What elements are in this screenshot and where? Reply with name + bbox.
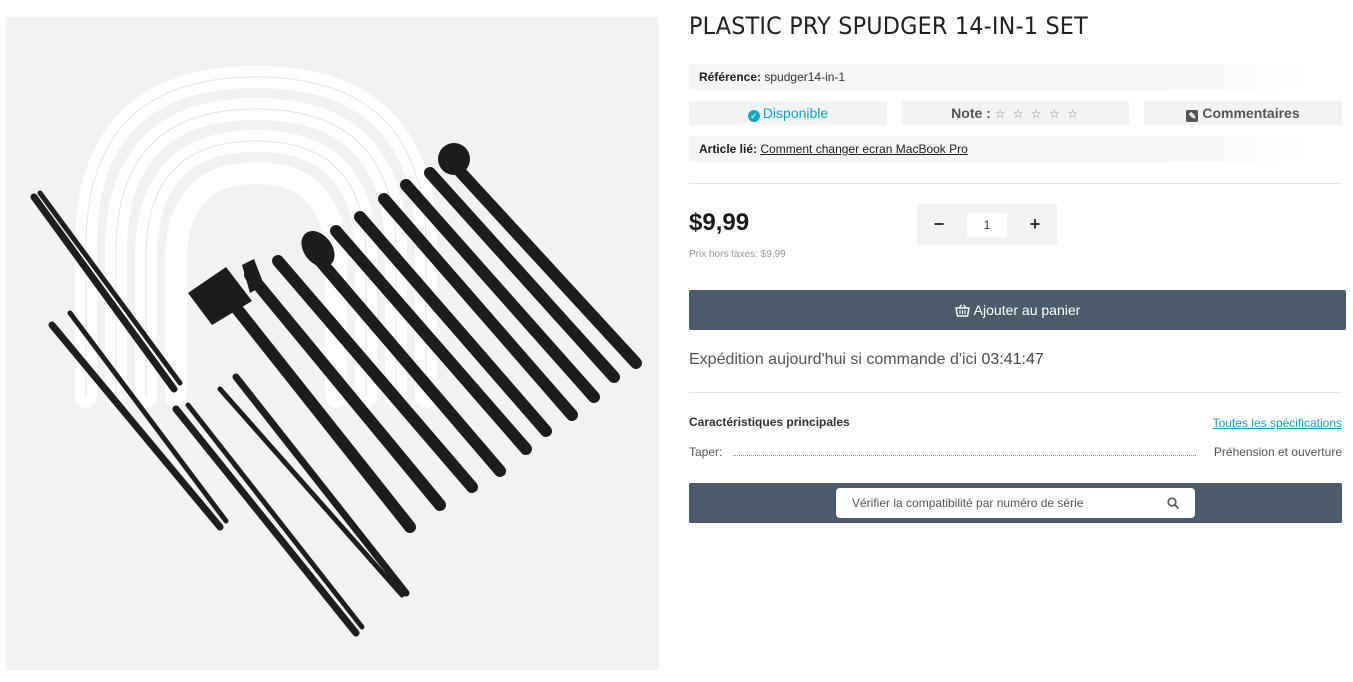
compatibility-bar: Vérifier la compatibilité par numéro de … <box>689 483 1342 523</box>
timer-hours: 03 <box>981 351 1000 368</box>
quantity-plus-button[interactable]: + <box>1015 204 1055 245</box>
serial-search-placeholder: Vérifier la compatibilité par numéro de … <box>852 496 1084 510</box>
product-photo <box>30 65 642 637</box>
product-image[interactable] <box>6 17 659 670</box>
rating-stars[interactable]: ☆ ☆ ☆ ☆ ☆ <box>995 107 1080 121</box>
spec-row: Taper: Préhension et ouverture <box>689 445 1342 461</box>
comments-button[interactable]: ✎ Commentaires <box>1144 101 1342 125</box>
quantity-input[interactable] <box>967 213 1007 237</box>
spec-dots <box>733 455 1196 456</box>
rating-box[interactable]: Note : ☆ ☆ ☆ ☆ ☆ <box>902 101 1129 125</box>
reference-value: spudger14-in-1 <box>764 70 846 84</box>
meta-row: ✓ Disponible Note : ☆ ☆ ☆ ☆ ☆ ✎ Commentair… <box>689 101 1342 125</box>
product-title: PLASTIC PRY SPUDGER 14-IN-1 SET <box>689 12 1088 40</box>
serial-search-input[interactable]: Vérifier la compatibilité par numéro de … <box>836 488 1195 518</box>
timer-minutes: 41 <box>1003 351 1022 368</box>
shipping-notice: Expédition aujourd'hui si commande d'ici… <box>689 351 1044 369</box>
all-specs-link[interactable]: Toutes les spécifications <box>1213 416 1342 430</box>
quantity-minus-button[interactable]: − <box>919 204 959 245</box>
availability-badge: ✓ Disponible <box>689 101 887 125</box>
comments-label: Commentaires <box>1202 105 1300 121</box>
linked-article-label: Article lié: <box>699 142 758 156</box>
specs-title: Caractéristiques principales <box>689 415 850 429</box>
spec-value: Préhension et ouverture <box>1213 445 1342 459</box>
reference-row: Référence: spudger14-in-1 <box>689 64 1313 90</box>
check-circle-icon: ✓ <box>747 110 760 122</box>
shipping-timer: 03:41:47 <box>981 351 1044 368</box>
basket-icon <box>954 304 970 317</box>
price: $9,99 <box>689 209 750 236</box>
shipping-text: Expédition aujourd'hui si commande d'ici <box>689 351 978 368</box>
rating-label: Note : <box>951 105 991 121</box>
reference-label: Référence: <box>699 70 762 84</box>
add-to-cart-label: Ajouter au panier <box>973 302 1081 318</box>
linked-article-row: Article lié: Comment changer ecran MacBo… <box>689 136 1313 162</box>
timer-seconds: 47 <box>1026 351 1044 368</box>
availability-text: Disponible <box>762 105 829 121</box>
add-to-cart-button[interactable]: Ajouter au panier <box>689 290 1346 330</box>
linked-article-link[interactable]: Comment changer ecran MacBook Pro <box>760 142 967 156</box>
divider <box>689 183 1342 184</box>
divider <box>689 392 1342 393</box>
edit-icon: ✎ <box>1186 110 1199 122</box>
price-excl-tax: Prix hors taxes: $9,99 <box>689 249 786 260</box>
search-icon[interactable] <box>1167 497 1179 509</box>
spec-key: Taper: <box>689 445 727 459</box>
quantity-stepper: − + <box>917 204 1057 245</box>
